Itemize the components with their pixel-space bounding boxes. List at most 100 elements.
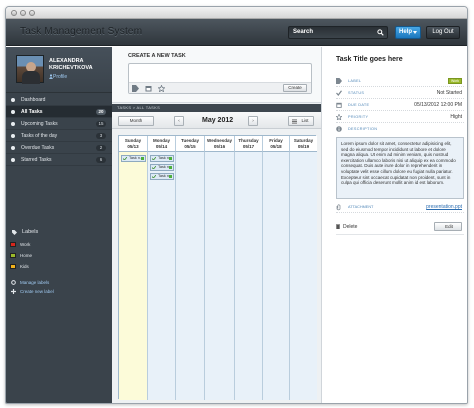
sidebar-item-label: Upcoming Tasks	[21, 121, 58, 127]
list-icon	[11, 110, 15, 114]
prev-month-button[interactable]: ‹	[174, 116, 184, 126]
label-color-swatch	[10, 242, 16, 247]
info-icon	[336, 126, 342, 132]
window-close-button[interactable]	[11, 10, 17, 16]
sidebar-item-overdue-tasks[interactable]: Overdue Tasks 2	[6, 142, 112, 154]
profile-link[interactable]: Profile	[53, 74, 67, 80]
task-chip[interactable]: Task n...	[150, 173, 174, 180]
window-minimize-button[interactable]	[20, 10, 26, 16]
day-cell-tuesday[interactable]	[176, 152, 205, 400]
star-icon	[11, 158, 15, 162]
day-header: Sunday 05/13	[119, 136, 148, 152]
user-name: ALEXANDRA KRICHEVTKOVA	[49, 58, 93, 71]
star-icon	[336, 114, 342, 120]
due-date-value[interactable]: 05/13/2012 12:00 PM	[414, 102, 462, 108]
search-label: Search	[293, 29, 314, 35]
sidebar: ALEXANDRA KRICHEVTKOVA Profile Dashboard…	[6, 47, 112, 403]
sidebar-item-upcoming-tasks[interactable]: Upcoming Tasks 15	[6, 118, 112, 130]
status-row: STATUS Not Started	[336, 89, 464, 99]
day-cell-friday[interactable]	[263, 152, 290, 400]
day-header: Tuesday 05/15	[176, 136, 205, 152]
list-view-button[interactable]: List	[288, 116, 314, 126]
calendar-icon	[336, 102, 342, 108]
manage-labels-link[interactable]: Manage labels	[11, 280, 49, 285]
label-color-swatch	[10, 253, 16, 258]
task-title: Task Title goes here	[336, 56, 403, 63]
day-header: Saturday 05/19	[290, 136, 317, 152]
alert-icon	[11, 146, 15, 150]
label-color-swatch	[10, 264, 16, 269]
clock-icon	[11, 134, 15, 138]
day-cell-wednesday[interactable]	[205, 152, 235, 400]
tag-icon[interactable]	[132, 85, 139, 92]
chevron-down-icon	[413, 31, 417, 34]
calendar-icon	[11, 122, 15, 126]
app-window: Task Management System Search Help Log O…	[5, 6, 468, 404]
tag-icon	[336, 78, 342, 84]
day-cell-thursday[interactable]	[235, 152, 263, 400]
check-icon	[152, 175, 156, 178]
app-header: Task Management System Search Help Log O…	[6, 19, 467, 46]
calendar-icon[interactable]	[145, 85, 152, 92]
task-chip[interactable]: Task n...	[121, 155, 146, 162]
sidebar-item-tasks-of-the-day[interactable]: Tasks of the day 3	[6, 130, 112, 142]
paperclip-icon	[336, 204, 341, 211]
day-cell-sunday[interactable]: Task n...	[119, 152, 148, 400]
window-titlebar	[6, 7, 467, 19]
task-chip[interactable]: Task n...	[150, 155, 174, 162]
sidebar-item-dashboard[interactable]: Dashboard	[6, 94, 112, 106]
task-chip[interactable]: Task n...	[150, 164, 174, 171]
description-row: DESCRIPTION	[336, 125, 464, 135]
day-header: Monday 05/14	[148, 136, 176, 152]
task-actions: Delete Edit	[336, 219, 464, 235]
day-cell-monday[interactable]: Task n... Task n... Task n...	[148, 152, 176, 400]
app-title: Task Management System	[20, 26, 143, 37]
create-task-panel: CREATE A NEW TASK Create	[112, 47, 321, 103]
create-label-link[interactable]: Create new label	[11, 289, 54, 294]
label-item-work[interactable]: Work	[10, 242, 30, 247]
day-cell-saturday[interactable]	[290, 152, 317, 400]
sidebar-item-all-tasks[interactable]: All Tasks 20	[6, 106, 112, 118]
label-row: LABEL Work	[336, 77, 464, 87]
new-task-input[interactable]: Create	[128, 63, 312, 94]
count-badge: 15	[96, 121, 106, 127]
sidebar-item-label: Overdue Tasks	[21, 145, 55, 151]
check-icon	[123, 157, 127, 160]
attachment-row: ATTACHMENT presentation.ppt	[336, 203, 464, 213]
avatar[interactable]	[16, 55, 44, 84]
dashboard-icon	[11, 98, 15, 102]
user-profile: ALEXANDRA KRICHEVTKOVA Profile	[6, 47, 112, 93]
count-badge: 6	[96, 157, 106, 163]
delete-button[interactable]: Delete	[343, 224, 357, 230]
month-view-button[interactable]: Month	[118, 116, 154, 126]
day-header: Thursday 05/17	[235, 136, 263, 152]
search-icon[interactable]	[377, 29, 384, 36]
edit-button[interactable]: Edit	[434, 222, 462, 231]
window-zoom-button[interactable]	[29, 10, 35, 16]
status-value[interactable]: Not Started	[437, 90, 462, 96]
breadcrumb: TASKS > ALL TASKS	[112, 104, 321, 112]
count-badge: 2	[96, 145, 106, 151]
sidebar-nav: Dashboard All Tasks 20 Upcoming Tasks 15…	[6, 94, 112, 166]
attachment-link[interactable]: presentation.ppt	[426, 204, 462, 210]
check-icon	[336, 90, 342, 96]
label-item-kids[interactable]: Kids	[10, 264, 29, 269]
search-input[interactable]: Search	[288, 26, 388, 39]
logout-button[interactable]: Log Out	[426, 26, 460, 39]
label-badge[interactable]: Work	[448, 78, 462, 84]
help-button[interactable]: Help	[395, 26, 421, 39]
description-text[interactable]: Lorem ipsum dolor sit amet, consectetur …	[336, 137, 464, 199]
create-task-toolbar: Create	[129, 82, 311, 93]
label-item-home[interactable]: Home	[10, 253, 32, 258]
help-label: Help	[399, 29, 413, 35]
plus-icon	[11, 289, 16, 294]
gear-icon	[11, 280, 16, 285]
sidebar-item-starred-tasks[interactable]: Starred Tasks 6	[6, 154, 112, 166]
next-month-button[interactable]: ›	[248, 116, 258, 126]
sidebar-item-label: Starred Tasks	[21, 157, 52, 163]
create-button[interactable]: Create	[283, 84, 307, 92]
star-icon[interactable]	[158, 85, 165, 92]
count-badge: 20	[96, 109, 106, 115]
create-task-title: CREATE A NEW TASK	[128, 53, 186, 59]
priority-value[interactable]: Hight	[450, 114, 462, 120]
